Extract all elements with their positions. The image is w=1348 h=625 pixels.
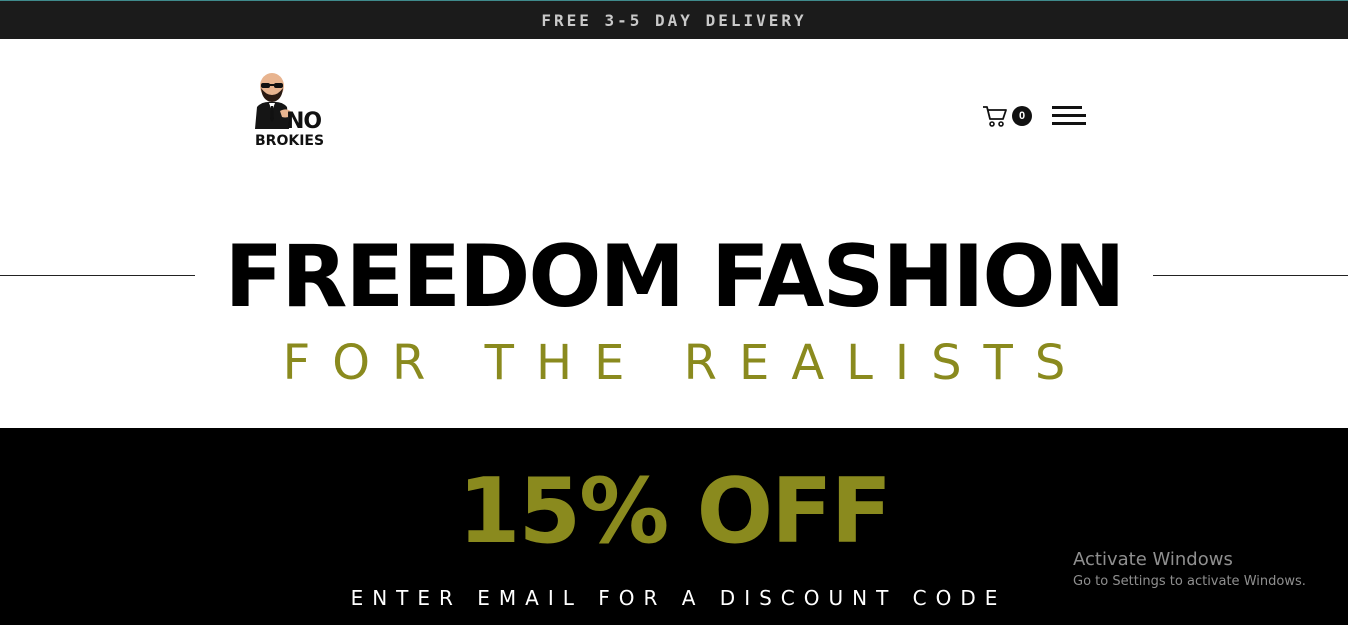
- logo-text-brokies: BROKIES: [255, 133, 325, 149]
- promo-title: 15% OFF: [457, 459, 892, 564]
- announcement-bar: FREE 3-5 DAY DELIVERY: [0, 0, 1348, 39]
- hero-subtitle: FOR THE REALISTS: [282, 335, 1088, 391]
- promo-subtitle: ENTER EMAIL FOR A DISCOUNT CODE: [350, 586, 1007, 610]
- promo-section: 15% OFF ENTER EMAIL FOR A DISCOUNT CODE: [0, 428, 1348, 625]
- logo-text-no: NO: [286, 109, 322, 134]
- brand-logo[interactable]: NO BROKIES: [252, 71, 332, 151]
- cart-icon: [983, 106, 1007, 127]
- watermark-title: Activate Windows: [1073, 549, 1233, 570]
- hero-section: FREEDOM FASHION FOR THE REALISTS: [0, 189, 1348, 428]
- hero-title: FREEDOM FASHION: [195, 227, 1153, 327]
- cart-button[interactable]: 0: [982, 103, 1034, 129]
- announcement-text: FREE 3-5 DAY DELIVERY: [541, 10, 807, 30]
- windows-activation-watermark: Activate Windows Go to Settings to activ…: [1073, 549, 1343, 589]
- cart-count-badge: 0: [1012, 106, 1032, 126]
- hamburger-menu-button[interactable]: [1050, 103, 1088, 129]
- watermark-subtitle: Go to Settings to activate Windows.: [1073, 574, 1306, 589]
- site-header: NO BROKIES 0: [0, 39, 1348, 189]
